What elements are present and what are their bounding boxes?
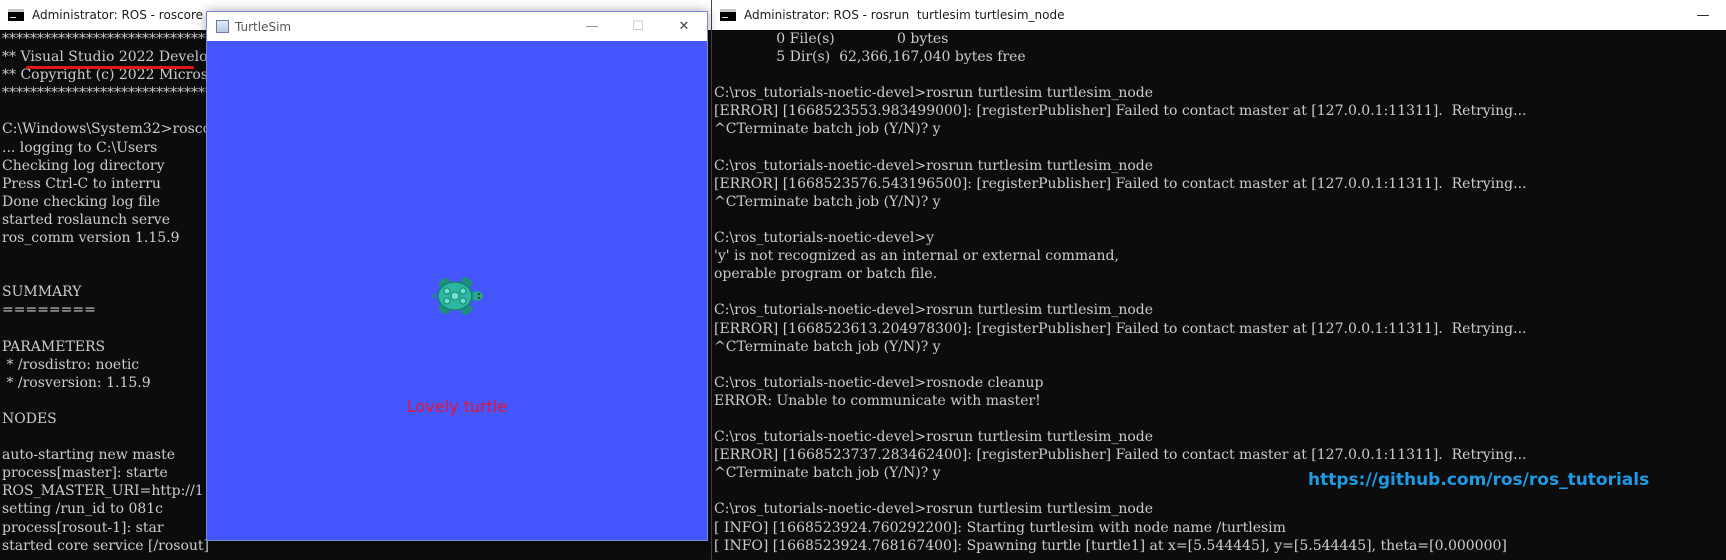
console-line: C:\ros_tutorials-noetic-devel>rosnode cl…	[714, 374, 1044, 391]
close-button[interactable]: ✕	[661, 12, 707, 42]
lovely-turtle-caption: Lovely turtle	[406, 397, 508, 416]
console-line: ^CTerminate batch job (Y/N)? y	[714, 338, 941, 355]
red-underline-annotation	[26, 66, 194, 69]
turtlesim-titlebar[interactable]: TurtleSim — ☐ ✕	[207, 12, 707, 41]
console-line: C:\ros_tutorials-noetic-devel>rosrun tur…	[714, 157, 1154, 174]
console-line: 0 File(s) 0 bytes	[714, 31, 949, 47]
console-line: [ERROR] [1668523553.983499000]: [registe…	[714, 103, 1527, 120]
console-line: C:\ros_tutorials-noetic-devel>rosrun tur…	[714, 429, 1154, 446]
console-line: operable program or batch file.	[714, 266, 938, 283]
roscore-window-title: Administrator: ROS - roscore	[32, 8, 204, 22]
console-line: C:\ros_tutorials-noetic-devel>y	[714, 230, 935, 247]
turtlesim-canvas[interactable]: Lovely turtle	[207, 41, 707, 540]
console-line: [ INFO] [1668523924.768167400]: Spawning…	[714, 537, 1507, 554]
github-link-annotation: https://github.com/ros/ros_tutorials	[1308, 470, 1650, 490]
turtle-sprite-icon	[433, 277, 483, 315]
maximize-button[interactable]: ☐	[615, 12, 661, 42]
turtlesim-app-icon	[216, 20, 229, 33]
turtlesim-window-title: TurtleSim	[235, 19, 292, 34]
console-app-icon	[8, 9, 24, 21]
turtlesim-window[interactable]: TurtleSim — ☐ ✕ Lovely turtle	[206, 11, 708, 541]
console-line: ^CTerminate batch job (Y/N)? y	[714, 121, 941, 138]
turtlesim-node-window-title: Administrator: ROS - rosrun turtlesim tu…	[744, 8, 1065, 22]
minimize-button[interactable]: —	[1680, 0, 1726, 30]
console-line: [ERROR] [1668523576.543196500]: [registe…	[714, 175, 1527, 192]
console-line: C:\ros_tutorials-noetic-devel>rosrun tur…	[714, 302, 1154, 319]
console-line: [ERROR] [1668523613.204978300]: [registe…	[714, 320, 1527, 337]
minimize-button[interactable]: —	[569, 12, 615, 42]
console-line: ERROR: Unable to communicate with master…	[714, 392, 1041, 409]
console-line: [ERROR] [1668523737.283462400]: [registe…	[714, 447, 1527, 464]
console-line: 'y' is not recognized as an internal or …	[714, 248, 1119, 265]
console-line: C:\ros_tutorials-noetic-devel>rosrun tur…	[714, 501, 1154, 518]
console-line: [ INFO] [1668523924.760292200]: Starting…	[714, 519, 1286, 536]
turtlesim-node-titlebar[interactable]: Administrator: ROS - rosrun turtlesim tu…	[712, 0, 1726, 30]
console-line: ^CTerminate batch job (Y/N)? y	[714, 193, 941, 210]
console-app-icon	[720, 9, 736, 21]
console-line: C:\ros_tutorials-noetic-devel>rosrun tur…	[714, 85, 1154, 102]
console-line: 5 Dir(s) 62,366,167,040 bytes free	[714, 49, 1026, 66]
